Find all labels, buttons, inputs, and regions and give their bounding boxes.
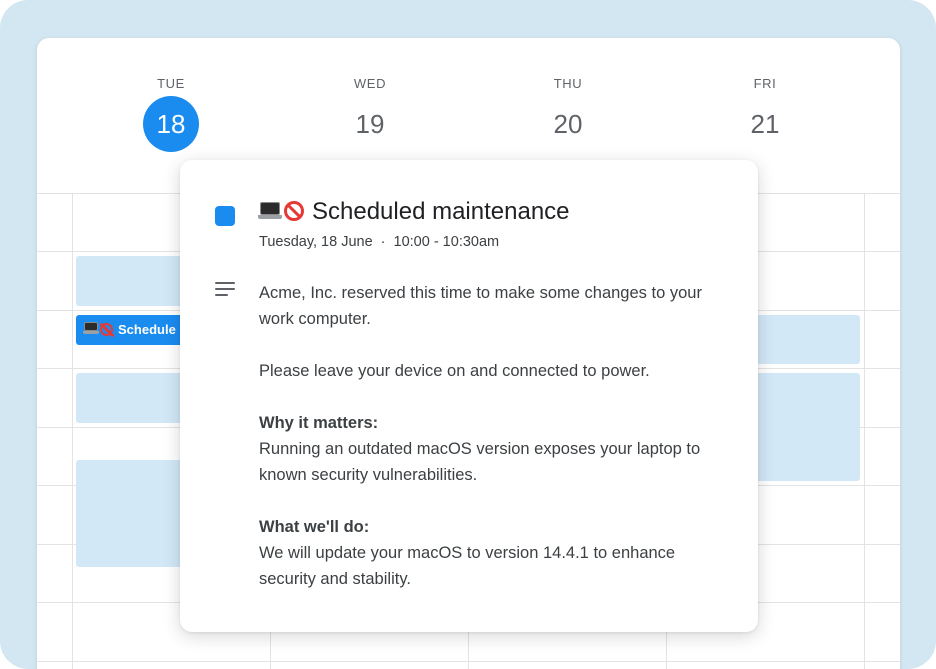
- no-entry-icon: [100, 323, 113, 336]
- description-lines-icon: [215, 282, 235, 298]
- event-details-popup: Scheduled maintenance Tuesday, 18 June · 1…: [180, 160, 758, 632]
- separator-dot: ·: [380, 234, 386, 250]
- laptop-icon: [83, 322, 99, 335]
- why-heading: Why it matters:: [259, 414, 379, 432]
- day-number[interactable]: 19: [342, 96, 398, 152]
- day-of-week: TUE: [157, 76, 185, 91]
- event-date-time: Tuesday, 18 June · 10:00 - 10:30am: [259, 234, 499, 250]
- day-of-week: FRI: [753, 76, 777, 91]
- laptop-icon: [258, 202, 282, 220]
- background-frame: TUE 18 WED 19 THU 20 FRI 21 Schedule Sch…: [0, 0, 936, 669]
- grid-column-line: [72, 193, 73, 669]
- day-of-week: WED: [353, 76, 387, 91]
- what-heading: What we'll do:: [259, 518, 370, 536]
- event-time: 10:00 - 10:30am: [393, 234, 500, 250]
- day-of-week: THU: [553, 76, 583, 91]
- event-chip-label: Schedule: [118, 322, 176, 337]
- event-title-text: Scheduled maintenance: [312, 198, 570, 225]
- no-entry-icon: [284, 201, 304, 221]
- day-number[interactable]: 20: [540, 96, 596, 152]
- day-number[interactable]: 21: [737, 96, 793, 152]
- day-number-today[interactable]: 18: [143, 96, 199, 152]
- description-request: Please leave your device on and connecte…: [259, 362, 650, 380]
- event-title: Scheduled maintenance: [258, 198, 570, 226]
- color-square-icon: [215, 206, 235, 226]
- grid-column-line: [864, 193, 865, 669]
- event-date: Tuesday, 18 June: [259, 234, 373, 250]
- what-text: We will update your macOS to version 14.…: [259, 544, 676, 588]
- why-text: Running an outdated macOS version expose…: [259, 440, 701, 484]
- description-intro: Acme, Inc. reserved this time to make so…: [259, 284, 702, 328]
- event-description: Acme, Inc. reserved this time to make so…: [259, 280, 729, 592]
